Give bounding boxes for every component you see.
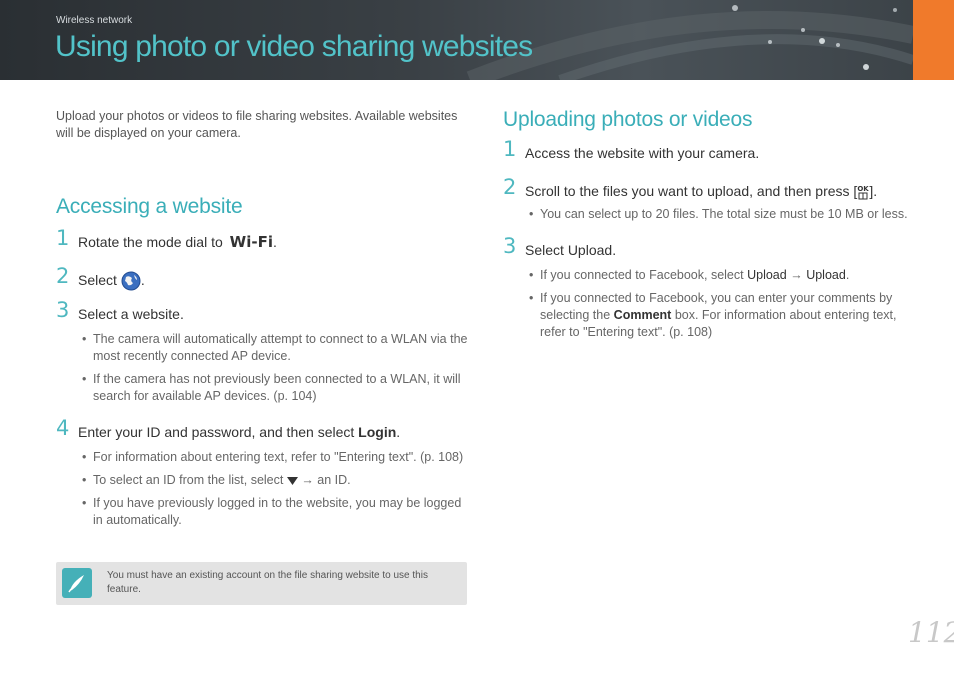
down-arrow-icon (286, 477, 298, 485)
uploading-step-2: 2 Scroll to the files you want to upload… (503, 175, 878, 200)
accessing-step-1: 1 Rotate the mode dial to Wi-Fi. (56, 226, 277, 252)
orange-tab (913, 0, 954, 80)
bullet-item: • If you connected to Facebook, select Up… (529, 268, 850, 283)
bullet-item: • You can select up to 20 files. The tota… (529, 207, 908, 222)
step-text: Access the website with your camera. (525, 145, 760, 161)
upload-keyword: Upload (567, 242, 613, 259)
step-number: 1 (56, 226, 70, 250)
uploading-step-1: 1 Access the website with your camera. (503, 139, 913, 162)
step-number: 4 (56, 416, 70, 441)
bullet-item: • If the camera has not previously been c… (82, 372, 461, 404)
section-label: Wireless network (56, 15, 133, 26)
step-number: 3 (503, 234, 517, 259)
bullet-item: • The camera will automatically attempt t… (82, 332, 468, 364)
page-header: Wireless network Using photo or video sh… (0, 0, 913, 80)
left-column: Upload your photos or videos to file sha… (56, 108, 468, 529)
accessing-heading: Accessing a website (56, 195, 243, 218)
accessing-step-4: 4 Enter your ID and password, and then s… (56, 416, 401, 441)
step-number: 2 (56, 264, 70, 288)
note-box: You must have an existing account on the… (56, 562, 467, 605)
accessing-step-3: 3 Select a website. (56, 300, 468, 323)
svg-text:OK: OK (858, 185, 870, 193)
right-column: Uploading photos or videos 1 Access the … (503, 108, 913, 341)
bullet-item: • If you have previously logged in to the… (82, 496, 462, 528)
page-title: Using photo or video sharing websites (55, 30, 533, 63)
ok-button-icon: OK (858, 185, 870, 200)
step-text: Rotate the mode dial to (78, 234, 223, 250)
step-number: 2 (503, 175, 517, 199)
note-text: You must have an existing account on the… (107, 570, 428, 595)
uploading-heading: Uploading photos or videos (503, 108, 753, 131)
step-text: Select a website. (78, 306, 184, 323)
step-text: Select (78, 272, 117, 288)
accessing-step-2: 2 Select . (56, 266, 468, 291)
pencil-note-icon (62, 568, 92, 598)
uploading-step-3: 3 Select Upload. (503, 234, 617, 259)
step-number: 1 (503, 137, 517, 161)
login-keyword: Login (358, 424, 397, 441)
page-number: 112 (908, 616, 954, 649)
step-number: 3 (56, 298, 70, 323)
globe-icon (121, 271, 141, 291)
intro-text: Upload your photos or videos to file sha… (56, 109, 458, 140)
bullet-item: • To select an ID from the list, select →… (82, 473, 351, 488)
step-text: Enter your ID and password, and then sel… (78, 424, 355, 441)
bullet-item: • If you connected to Facebook, you can e… (529, 291, 897, 340)
step-text: Select (525, 242, 564, 259)
wifi-icon: Wi-Fi (229, 233, 273, 251)
step-text: Scroll to the files you want to upload, … (525, 183, 858, 199)
bullet-item: • For information about entering text, re… (82, 450, 464, 465)
